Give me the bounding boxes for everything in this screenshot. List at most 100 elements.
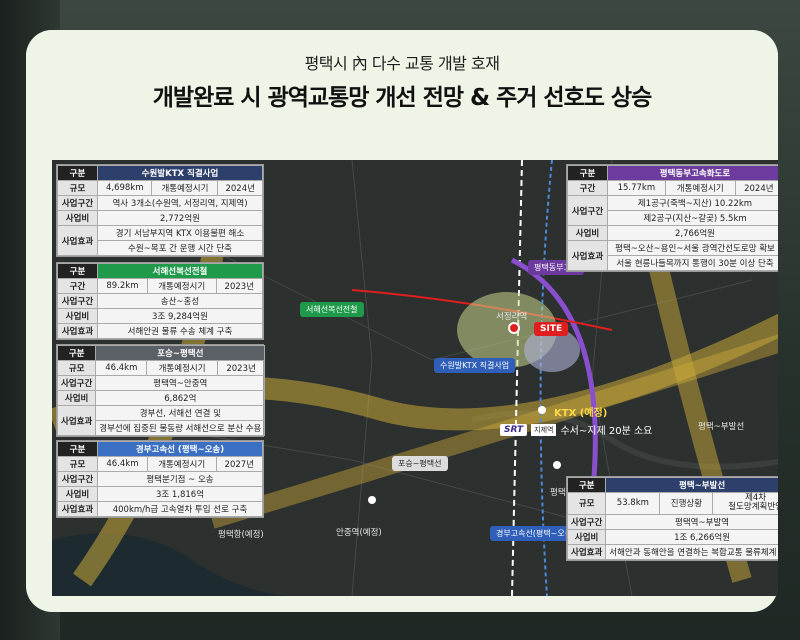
pyeongtaek-port-label: 평택항(예정) bbox=[218, 530, 264, 540]
box-key: 사업구간 bbox=[56, 375, 97, 391]
box-value: 4,698km bbox=[96, 180, 153, 196]
box-value: 2024년 bbox=[734, 180, 778, 196]
info-box-gyeongbu: 구분 경부고속선 (평택~오송) 규모 46.4km 개통예정시기 2027년 사업구간… bbox=[56, 440, 264, 518]
box-value: 평택역~부발역 bbox=[605, 513, 778, 530]
box-value: 역사 3개소(수원역, 서정리역, 지제역) bbox=[97, 195, 263, 211]
srt-station: 지제역 bbox=[531, 423, 557, 436]
seojeongni-label: 서정리역 bbox=[496, 312, 528, 322]
box-value: 2024년 bbox=[217, 180, 263, 196]
info-box-pyeongtaek-bubal: 구분 평택~부발선 규모 53.8km 진행상황 제4차 철도망계획반영 사업구간 평택역~… bbox=[566, 476, 778, 561]
box-value: 경부선에 집중된 물동량 서해선으로 분산 수용 bbox=[95, 420, 266, 436]
srt-logo: SRT bbox=[500, 423, 528, 436]
box-value: 15.77km bbox=[607, 180, 666, 196]
page-title: 개발완료 시 광역교통망 개선 전망 & 주거 선호도 상승 bbox=[152, 85, 652, 111]
box-key: 사업구간 bbox=[57, 293, 98, 309]
box-key: 사업효과 bbox=[57, 225, 98, 256]
box-key: 규모 bbox=[57, 456, 98, 472]
box-key: 규모 bbox=[56, 360, 97, 376]
box-key: 규모 bbox=[57, 180, 98, 196]
transport-map: 서해선복선전철 수원발KTX 직결사업 평택동부고속 SITE 서정리역 KTX… bbox=[52, 160, 778, 596]
box-value: 철도망계획반영 bbox=[728, 502, 778, 513]
box-value: 서울 현릉나들목까지 통행이 30분 이상 단축 bbox=[607, 255, 778, 271]
box-value: 개통예정시기 bbox=[146, 456, 217, 472]
box-key: 사업구간 bbox=[566, 513, 607, 530]
suwon-ktx-label: 수원발KTX 직결사업 bbox=[434, 358, 516, 373]
box-value: 서해안권 물류 수송 체계 구축 bbox=[97, 323, 263, 339]
box-value: 53.8km bbox=[605, 492, 661, 515]
box-value: 46.4km bbox=[97, 456, 148, 472]
box-key: 구간 bbox=[57, 278, 98, 294]
box-key: 사업비 bbox=[566, 528, 607, 545]
box-key: 구간 bbox=[567, 180, 608, 196]
box-value: 6,862억 bbox=[95, 390, 266, 406]
box-key: 사업비 bbox=[57, 308, 98, 324]
box-key: 규모 bbox=[566, 492, 607, 515]
box-value: 3조 9,284억원 bbox=[97, 308, 263, 324]
box-head-key: 구분 bbox=[566, 477, 607, 493]
box-head-key: 구분 bbox=[57, 441, 98, 457]
srt-label: SRT 지제역 수서~지제 20분 소요 bbox=[500, 422, 652, 437]
box-head-title: 수원발KTX 직결사업 bbox=[97, 165, 263, 181]
box-value: 서해안과 동해안을 연결하는 복합교통 물류체계 구축 bbox=[605, 543, 778, 560]
box-head-title: 평택~부발선 bbox=[605, 477, 778, 493]
box-value: 2,772억원 bbox=[97, 210, 263, 226]
site-marker bbox=[508, 322, 520, 334]
bubal-line-label: 평택~부발선 bbox=[698, 422, 745, 432]
box-head-key: 구분 bbox=[567, 165, 608, 181]
box-value: 개통예정시기 bbox=[151, 180, 219, 196]
box-value: 개통예정시기 bbox=[146, 360, 218, 376]
box-head-key: 구분 bbox=[57, 263, 98, 279]
box-key: 사업효과 bbox=[56, 405, 97, 436]
box-value: 2027년 bbox=[215, 456, 264, 472]
box-head-title: 평택동부고속화도로 bbox=[607, 165, 778, 181]
box-key: 사업비 bbox=[56, 390, 97, 406]
box-value: 400km/h급 고속열차 투입 선로 구축 bbox=[97, 501, 263, 517]
box-value: 1조 6,266억원 bbox=[605, 528, 778, 545]
box-value: 개통예정시기 bbox=[146, 278, 217, 294]
box-head-title: 포승~평택선 bbox=[95, 345, 266, 361]
box-key: 사업효과 bbox=[567, 240, 608, 271]
box-key: 사업비 bbox=[57, 210, 98, 226]
box-value: 46.4km bbox=[95, 360, 148, 376]
box-key: 사업비 bbox=[567, 225, 608, 241]
page-subtitle: 평택시 內 다수 교통 개발 호재 bbox=[304, 54, 500, 73]
box-value: 평택분기점 ~ 오송 bbox=[97, 471, 263, 487]
header: 평택시 內 다수 교통 개발 호재 개발완료 시 광역교통망 개선 전망 & 주… bbox=[26, 30, 778, 130]
anjung-station-marker bbox=[368, 496, 376, 504]
box-value: 평택~오산~용인~서울 광역간선도로망 확보 bbox=[607, 240, 778, 256]
box-head-key: 구분 bbox=[56, 345, 97, 361]
box-value: 3조 1,816억 bbox=[97, 486, 263, 502]
box-head-key: 구분 bbox=[57, 165, 98, 181]
info-box-suwon-ktx: 구분 수원발KTX 직결사업 규모 4,698km 개통예정시기 2024년 사업구간 역… bbox=[56, 164, 264, 257]
box-key: 사업효과 bbox=[57, 323, 98, 339]
jije-station-marker bbox=[538, 406, 546, 414]
box-head-title: 경부고속선 (평택~오송) bbox=[97, 441, 263, 457]
box-value: 제1공구(죽백~지산) 10.22km bbox=[607, 195, 778, 211]
pyeongtaek-station-marker bbox=[553, 461, 561, 469]
box-value: 경부선, 서해선 연결 및 bbox=[95, 405, 266, 421]
anjung-station-label: 안중역(예정) bbox=[336, 528, 382, 538]
seohae-line-label: 서해선복선전철 bbox=[300, 302, 364, 317]
box-value: 경기 서남부지역 KTX 이용불편 해소 bbox=[97, 225, 263, 241]
box-key: 사업효과 bbox=[57, 501, 98, 517]
info-box-poseung: 구분 포승~평택선 규모 46.4km 개통예정시기 2023년 사업구간 평택역~안중역… bbox=[56, 344, 266, 437]
box-value: 2,766억원 bbox=[607, 225, 778, 241]
box-value: 2023년 bbox=[215, 278, 264, 294]
box-key: 사업구간 bbox=[57, 195, 98, 211]
box-head-title: 서해선복선전철 bbox=[97, 263, 263, 279]
box-key: 사업구간 bbox=[567, 195, 608, 226]
info-box-seohae: 구분 서해선복선전철 구간 89.2km 개통예정시기 2023년 사업구간 송산~홍성 … bbox=[56, 262, 264, 340]
box-value: 개통예정시기 bbox=[664, 180, 736, 196]
box-key: 사업비 bbox=[57, 486, 98, 502]
box-key: 사업효과 bbox=[566, 543, 607, 560]
box-value: 89.2km bbox=[97, 278, 148, 294]
box-value: 제2공구(지산~갈곶) 5.5km bbox=[607, 210, 778, 226]
srt-time: 수서~지제 20분 소요 bbox=[560, 426, 653, 437]
box-value: 송산~홍성 bbox=[97, 293, 263, 309]
poseung-line-label: 포승~평택선 bbox=[392, 456, 448, 471]
box-value: 수원~목포 간 운행 시간 단축 bbox=[97, 240, 263, 256]
site-label: SITE bbox=[534, 322, 569, 336]
box-key: 사업구간 bbox=[57, 471, 98, 487]
content-card: 평택시 內 다수 교통 개발 호재 개발완료 시 광역교통망 개선 전망 & 주… bbox=[26, 30, 778, 612]
info-box-pyeongtaek-dongbu: 구분 평택동부고속화도로 구간 15.77km 개통예정시기 2024년 사업구간 제1공… bbox=[566, 164, 778, 272]
